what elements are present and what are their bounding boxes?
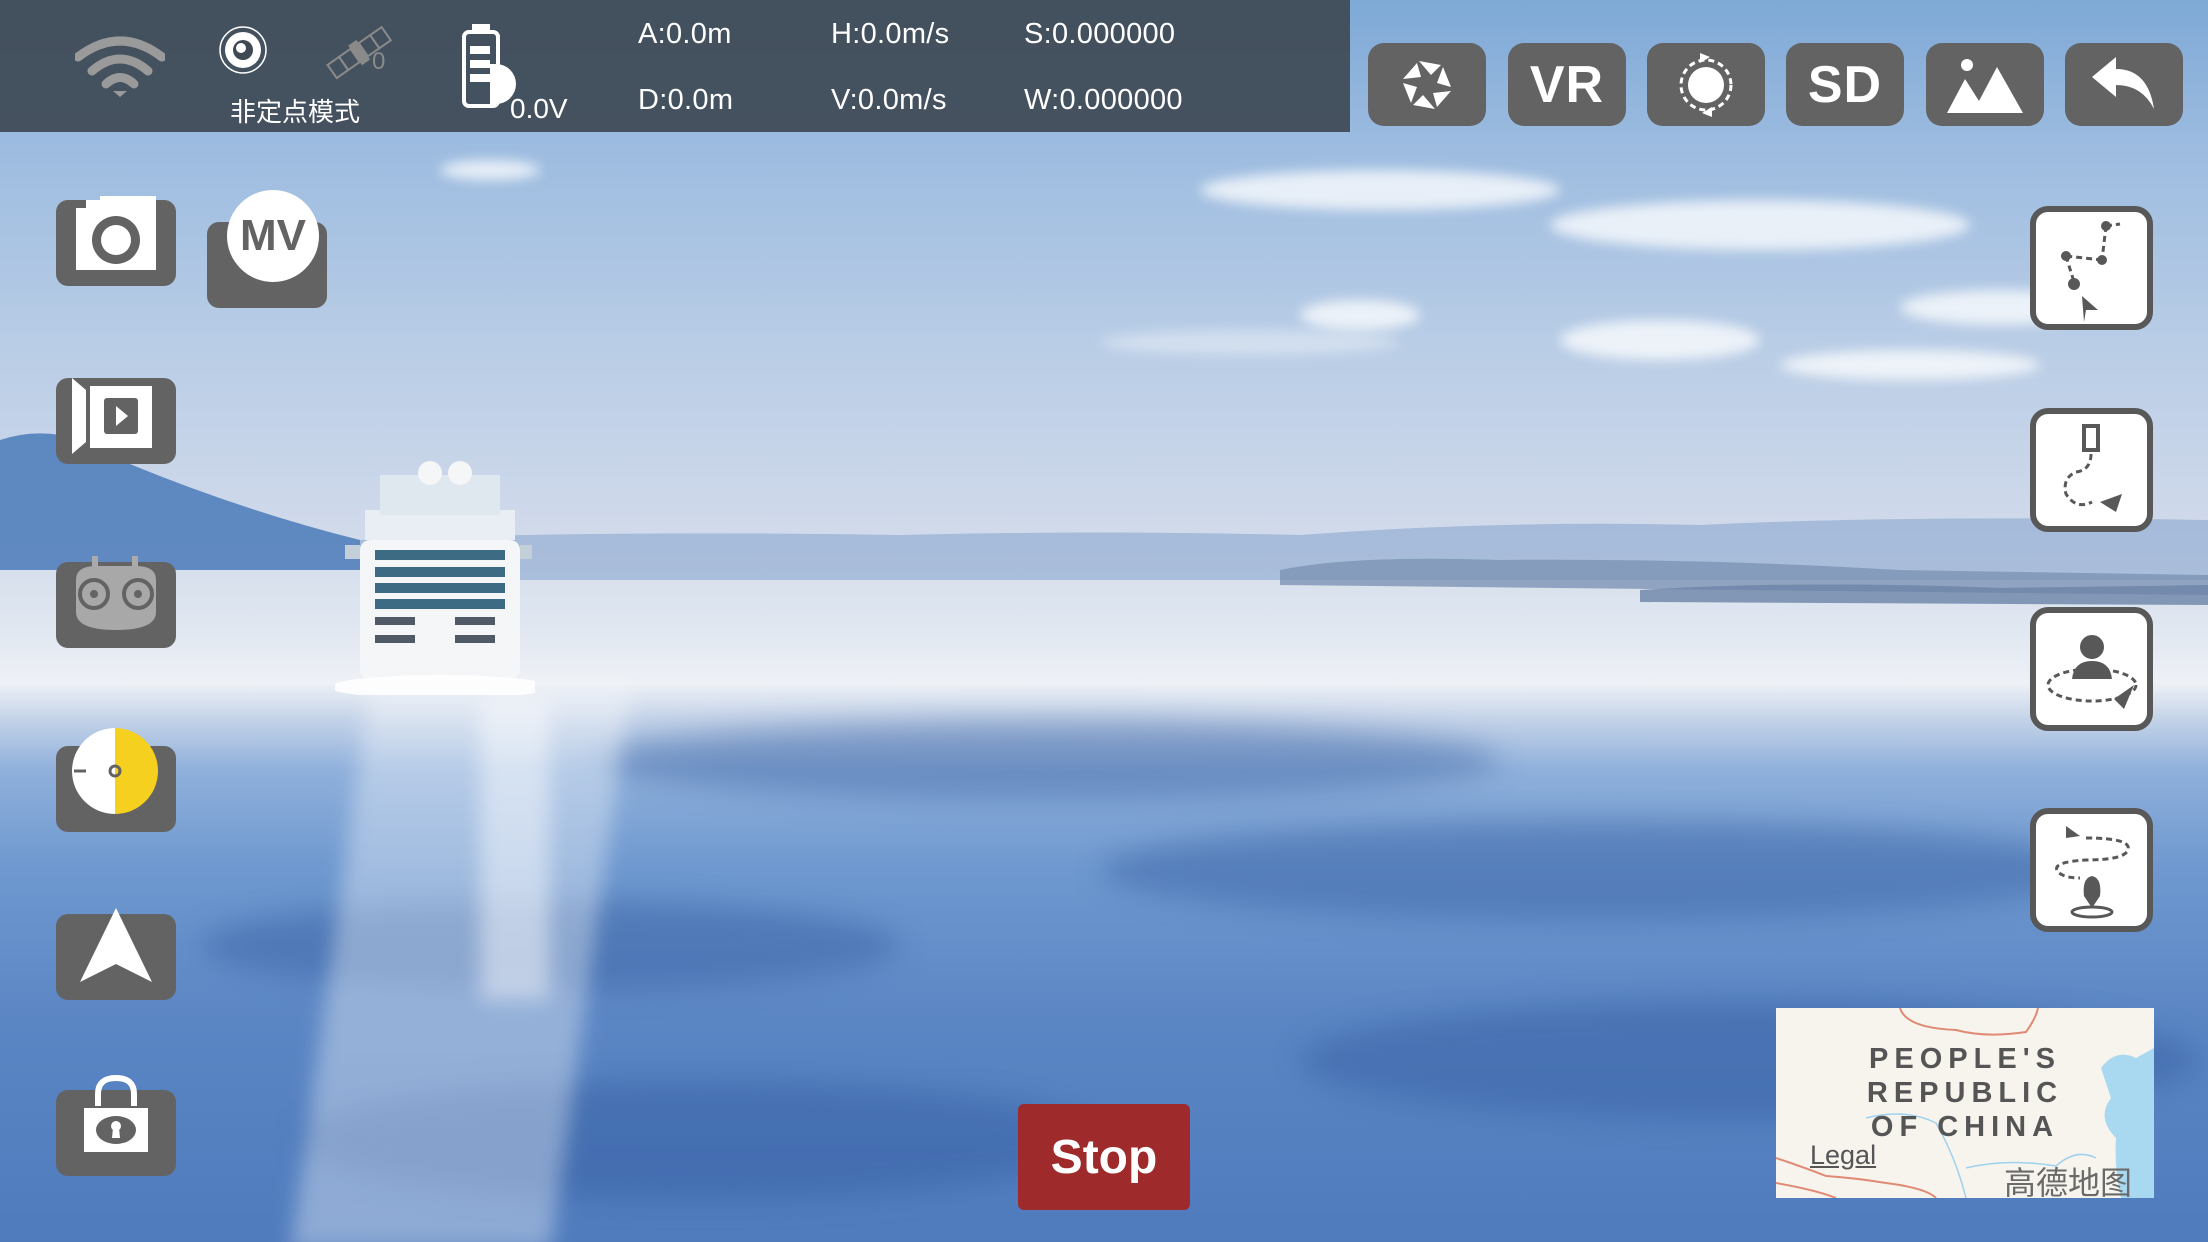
take-photo-button[interactable] — [56, 196, 176, 286]
map-provider-logo: 高德地图 — [2004, 1164, 2133, 1198]
gallery-button[interactable] — [1926, 43, 2044, 126]
back-arrow-icon — [2092, 56, 2154, 109]
spiral-pin-icon — [2055, 826, 2130, 919]
battery-voltage: 0.0V — [510, 93, 568, 124]
map-region-line-3: OF CHINA — [1870, 1111, 2060, 1143]
camera-settings-button[interactable] — [1368, 43, 1486, 126]
spiral-mode-button[interactable] — [2030, 808, 2153, 932]
minimap[interactable]: PEOPLE'S REPUBLIC OF CHINA Legal 高德地图 — [1776, 1008, 2154, 1198]
video-record-icon — [72, 378, 152, 454]
stop-button[interactable]: Stop — [1018, 1104, 1190, 1210]
controller-icon — [76, 556, 156, 630]
navigation-arrow-icon — [80, 908, 152, 982]
sd-card-button[interactable]: SD — [1786, 43, 1904, 126]
mv-button[interactable]: MV — [207, 190, 327, 308]
lock-button[interactable] — [56, 1074, 176, 1176]
mv-label: MV — [240, 211, 306, 260]
takeoff-button[interactable] — [56, 908, 176, 1000]
record-video-button[interactable] — [56, 378, 176, 464]
waypoint-path-icon — [2061, 221, 2121, 322]
flight-mode-label: 非定点模式 — [230, 98, 361, 128]
horizontal-speed-readout: H:0.0m/s — [831, 18, 950, 50]
back-button[interactable] — [2065, 43, 2183, 126]
stop-label: Stop — [1050, 1130, 1158, 1184]
remote-controller-button[interactable] — [56, 556, 176, 648]
vr-button[interactable]: VR — [1508, 43, 1626, 126]
distance-readout: D:0.0m — [638, 84, 734, 116]
image-icon — [1947, 58, 2023, 113]
orbit-person-icon — [2046, 635, 2138, 709]
map-legal-link[interactable]: Legal — [1810, 1140, 1876, 1171]
map-region-line-2: REPUBLIC — [1866, 1077, 2064, 1109]
wifi-icon — [75, 36, 165, 97]
gps-mode-icon — [219, 26, 267, 74]
rotate-icon — [1679, 52, 1733, 117]
rotate-camera-button[interactable] — [1647, 43, 1765, 126]
satellite-icon — [326, 25, 393, 80]
latitude-readout: S:0.000000 — [1024, 18, 1176, 50]
altitude-readout: A:0.0m — [638, 18, 732, 50]
sd-label: SD — [1807, 55, 1883, 114]
follow-phone-mode-button[interactable] — [2030, 408, 2153, 532]
status-bar: 0 非定点模式 0.0V A:0.0m D:0.0m H:0.0m/s V:0.… — [0, 0, 1350, 132]
waypoint-mode-button[interactable] — [2030, 206, 2153, 330]
gimbal-button[interactable] — [56, 728, 176, 832]
phone-follow-icon — [2063, 424, 2122, 512]
satellite-count: 0 — [372, 48, 386, 75]
background-hills — [0, 433, 2208, 605]
vr-label: VR — [1529, 55, 1605, 114]
aperture-icon — [1403, 60, 1451, 109]
gimbal-dial-icon — [72, 728, 158, 814]
orbit-mode-button[interactable] — [2030, 607, 2153, 731]
longitude-readout: W:0.000000 — [1024, 84, 1183, 116]
lock-icon — [84, 1074, 148, 1152]
camera-icon — [76, 196, 156, 270]
cruise-ship — [335, 461, 535, 695]
vertical-speed-readout: V:0.0m/s — [831, 84, 947, 116]
map-region-line-1: PEOPLE'S — [1869, 1043, 2061, 1075]
